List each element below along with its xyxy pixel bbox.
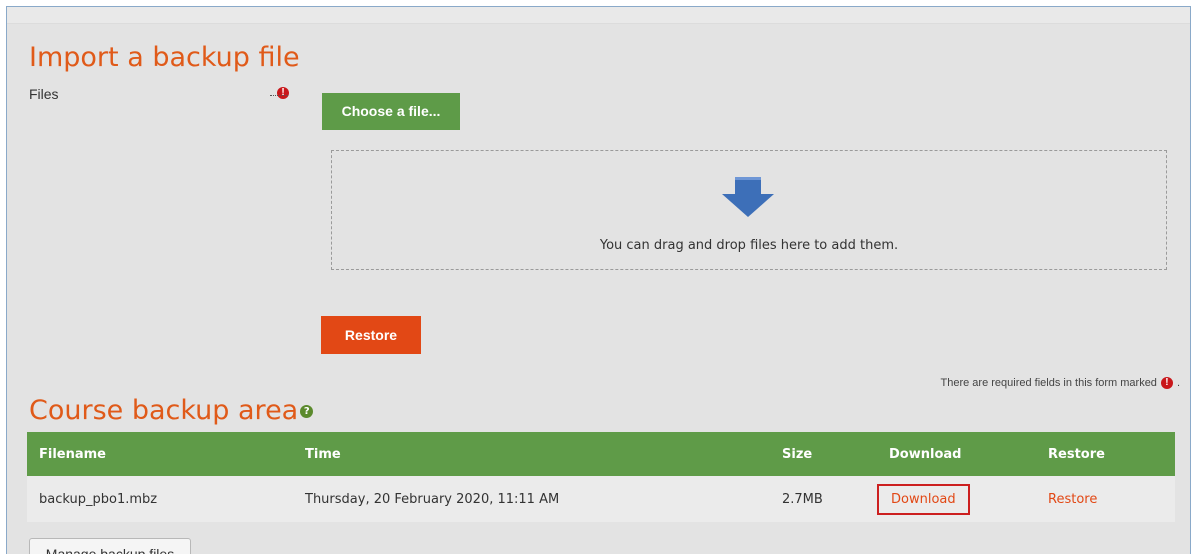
column-header-size: Size (770, 432, 877, 476)
arrow-down-icon (722, 177, 774, 217)
column-header-download: Download (877, 432, 1036, 476)
backup-page: Import a backup file Files ! Choose a fi… (6, 6, 1191, 554)
restore-button[interactable]: Restore (321, 316, 421, 354)
files-label: Files (29, 86, 59, 102)
download-link[interactable]: Download (891, 492, 956, 507)
column-header-time: Time (293, 432, 770, 476)
table-header-row: Filename Time Size Download Restore (27, 432, 1175, 476)
import-backup-heading: Import a backup file (29, 42, 300, 73)
download-highlight: Download (877, 483, 970, 515)
column-header-restore: Restore (1036, 432, 1175, 476)
top-divider (7, 7, 1190, 24)
table-row: backup_pbo1.mbz Thursday, 20 February 20… (27, 476, 1175, 522)
required-underline (270, 95, 288, 96)
choose-file-button[interactable]: Choose a file... (322, 93, 460, 130)
backup-files-table: Filename Time Size Download Restore back… (27, 432, 1175, 522)
required-note-suffix: . (1176, 377, 1180, 389)
question-circle-icon[interactable]: ? (300, 405, 314, 418)
file-dropzone[interactable]: You can drag and drop files here to add … (331, 150, 1167, 270)
filename-cell: backup_pbo1.mbz (27, 476, 293, 522)
size-cell: 2.7MB (770, 476, 877, 522)
restore-cell: Restore (1036, 476, 1175, 522)
dropzone-text: You can drag and drop files here to add … (599, 238, 899, 253)
manage-backup-files-button[interactable]: Manage backup files (29, 538, 191, 554)
time-cell: Thursday, 20 February 2020, 11:11 AM (293, 476, 770, 522)
course-backup-area-heading: Course backup area? (29, 395, 314, 426)
download-cell: Download (877, 476, 1036, 522)
required-icon: ! (277, 87, 289, 99)
required-note-text: There are required fields in this form m… (940, 377, 1157, 389)
column-header-filename: Filename (27, 432, 293, 476)
required-icon: ! (1160, 377, 1173, 390)
restore-link[interactable]: Restore (1048, 492, 1097, 507)
required-fields-note: There are required fields in this form m… (940, 377, 1180, 390)
